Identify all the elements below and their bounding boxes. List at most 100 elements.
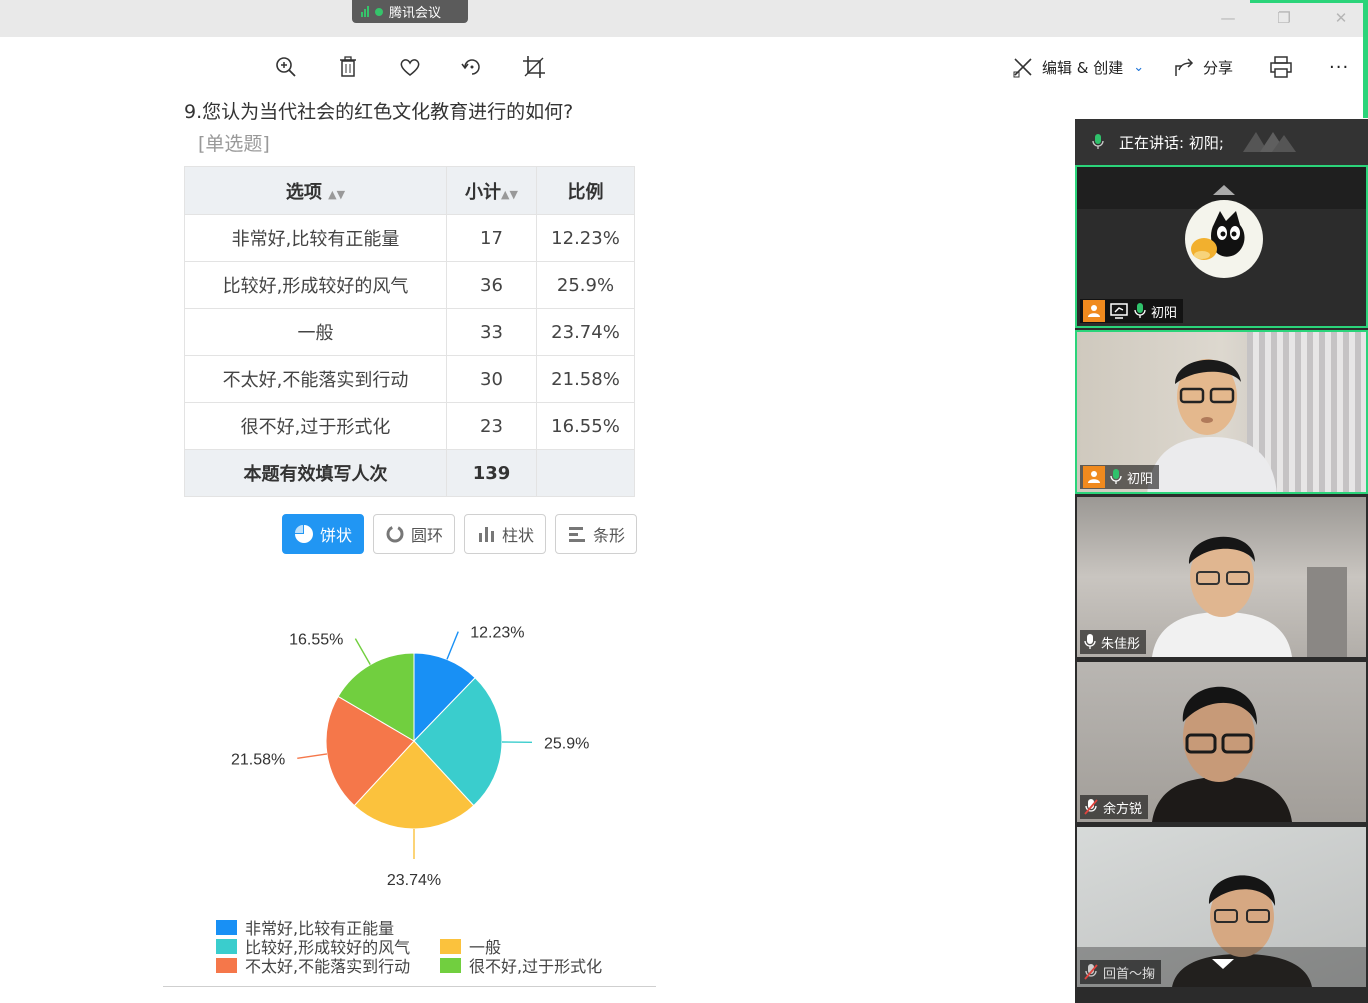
- question-type: [单选题]: [198, 133, 270, 155]
- participant-video: [1152, 536, 1292, 657]
- print-icon[interactable]: [1268, 54, 1294, 80]
- row-option: 一般: [184, 308, 447, 356]
- chevron-up-icon[interactable]: [1213, 185, 1235, 195]
- participant-name: 回首～掬: [1103, 966, 1156, 982]
- meeting-video-panel: 正在讲话: 初阳; 初阳 初阳 朱佳彤 余方锐 回首～掬: [1075, 119, 1368, 1003]
- window-titlebar: [0, 0, 1368, 37]
- participant-tile-video[interactable]: 朱佳彤: [1077, 497, 1366, 657]
- legend-swatch: [216, 938, 237, 954]
- meeting-title: 腾讯会议: [389, 6, 442, 21]
- header-ratio: 比例: [536, 166, 635, 215]
- header-option[interactable]: 选项 ▲▼: [184, 166, 447, 215]
- chevron-down-icon[interactable]: [1212, 959, 1234, 969]
- delete-icon[interactable]: [335, 54, 361, 80]
- sort-icon: ▲▼: [501, 187, 518, 201]
- pie-chart-button[interactable]: 饼状: [282, 514, 364, 554]
- more-label: ···: [1329, 56, 1350, 78]
- restore-button[interactable]: ❐: [1274, 8, 1294, 28]
- share-button[interactable]: 分享: [1173, 54, 1233, 80]
- chevron-down-icon: ⌄: [1133, 59, 1145, 75]
- total-count: 139: [446, 449, 537, 497]
- table-row: 不太好,不能落实到行动 30 21.58%: [184, 355, 635, 403]
- column-icon: [478, 527, 494, 542]
- pie-button-label: 饼状: [319, 526, 352, 545]
- share-icon: [1175, 58, 1194, 76]
- zoom-in-icon[interactable]: [273, 54, 299, 80]
- participant-tile-video[interactable]: 初阳: [1075, 330, 1368, 494]
- legend-swatch: [440, 957, 461, 973]
- row-count: 33: [446, 308, 537, 356]
- participant-video: [1147, 359, 1277, 492]
- row-ratio: 12.23%: [536, 214, 635, 262]
- mic-icon: [1110, 469, 1122, 484]
- participant-tile-avatar[interactable]: 初阳: [1075, 165, 1368, 328]
- legend-label: 不太好,不能落实到行动: [245, 957, 411, 976]
- pie-data-label: 25.9%: [544, 735, 589, 752]
- participant-tile-video[interactable]: 余方锐: [1077, 662, 1366, 822]
- donut-button-label: 圆环: [410, 526, 443, 545]
- legend-item[interactable]: 很不好,过于形式化: [440, 953, 602, 977]
- question-title: 9.您认为当代社会的红色文化教育进行的如何?: [184, 101, 574, 123]
- legend-item[interactable]: 不太好,不能落实到行动: [216, 953, 410, 977]
- participant-label: 余方锐: [1080, 795, 1149, 819]
- pie-chart: 12.23% 25.9% 23.74% 21.58% 16.55%: [231, 625, 589, 889]
- speaking-border: [1250, 0, 1368, 3]
- total-label: 本题有效填写人次: [184, 449, 447, 497]
- rotate-icon[interactable]: [459, 54, 485, 80]
- crop-icon[interactable]: [521, 54, 547, 80]
- bar-button-label: 条形: [592, 526, 625, 545]
- table-row: 很不好,过于形式化 23 16.55%: [184, 402, 635, 450]
- bar-icon: [568, 527, 585, 542]
- participant-name: 初阳: [1151, 305, 1178, 321]
- pie-label-line: [297, 753, 328, 759]
- divider: [163, 986, 656, 987]
- pie-data-label: 21.58%: [231, 751, 285, 768]
- donut-icon: [386, 525, 404, 543]
- participant-video: [1152, 686, 1292, 822]
- row-count: 17: [446, 214, 537, 262]
- row-ratio: 21.58%: [536, 355, 635, 403]
- host-user-icon: [1083, 466, 1105, 488]
- pie-data-label: 23.74%: [387, 872, 441, 889]
- column-chart-button[interactable]: 柱状: [464, 514, 546, 554]
- edit-create-button[interactable]: 编辑 & 创建 ⌄: [1012, 54, 1144, 80]
- chart-type-switcher: 饼状 圆环 柱状 条形: [282, 514, 637, 554]
- mic-muted-icon: [1084, 964, 1098, 980]
- table-header-row: 选项 ▲▼ 小计▲▼ 比例: [184, 166, 635, 215]
- speaking-text: 正在讲话: 初阳;: [1119, 133, 1224, 152]
- mic-icon: [1134, 303, 1146, 318]
- donut-chart-button[interactable]: 圆环: [373, 514, 455, 554]
- participant-tile-video[interactable]: 回首～掬: [1077, 827, 1366, 987]
- favorite-heart-icon[interactable]: [397, 54, 423, 80]
- bar-chart-button[interactable]: 条形: [555, 514, 637, 554]
- row-count: 36: [446, 261, 537, 309]
- more-button[interactable]: ···: [1329, 54, 1349, 80]
- pie-data-label: 12.23%: [470, 625, 524, 642]
- close-button[interactable]: ✕: [1331, 8, 1351, 28]
- recording-dot-icon: [375, 7, 383, 16]
- mic-muted-icon: [1084, 799, 1098, 815]
- row-ratio: 16.55%: [536, 402, 635, 450]
- participant-name: 初阳: [1127, 471, 1154, 487]
- mic-icon: [1084, 634, 1096, 649]
- legend-swatch: [440, 938, 461, 954]
- header-count[interactable]: 小计▲▼: [446, 166, 537, 215]
- minimize-button[interactable]: —: [1218, 8, 1238, 28]
- watermark-logo: [1242, 132, 1296, 152]
- row-count: 30: [446, 355, 537, 403]
- column-button-label: 柱状: [501, 526, 534, 545]
- edit-create-icon: [1013, 58, 1032, 78]
- participant-name: 余方锐: [1103, 801, 1143, 817]
- meeting-status-pill[interactable]: 腾讯会议: [352, 0, 468, 23]
- statistics-table: 选项 ▲▼ 小计▲▼ 比例 非常好,比较有正能量 17 12.23% 比较好,形成较…: [184, 166, 635, 497]
- legend-label: 很不好,过于形式化: [469, 957, 603, 976]
- avatar: [1185, 200, 1263, 278]
- participant-label: 朱佳彤: [1080, 630, 1147, 654]
- row-option: 比较好,形成较好的风气: [184, 261, 447, 309]
- table-total-row: 本题有效填写人次 139: [184, 449, 635, 497]
- pie-icon: [294, 525, 313, 543]
- pie-label-line: [354, 638, 371, 665]
- row-option: 非常好,比较有正能量: [184, 214, 447, 262]
- legend-swatch: [216, 919, 237, 935]
- table-row: 非常好,比较有正能量 17 12.23%: [184, 214, 635, 262]
